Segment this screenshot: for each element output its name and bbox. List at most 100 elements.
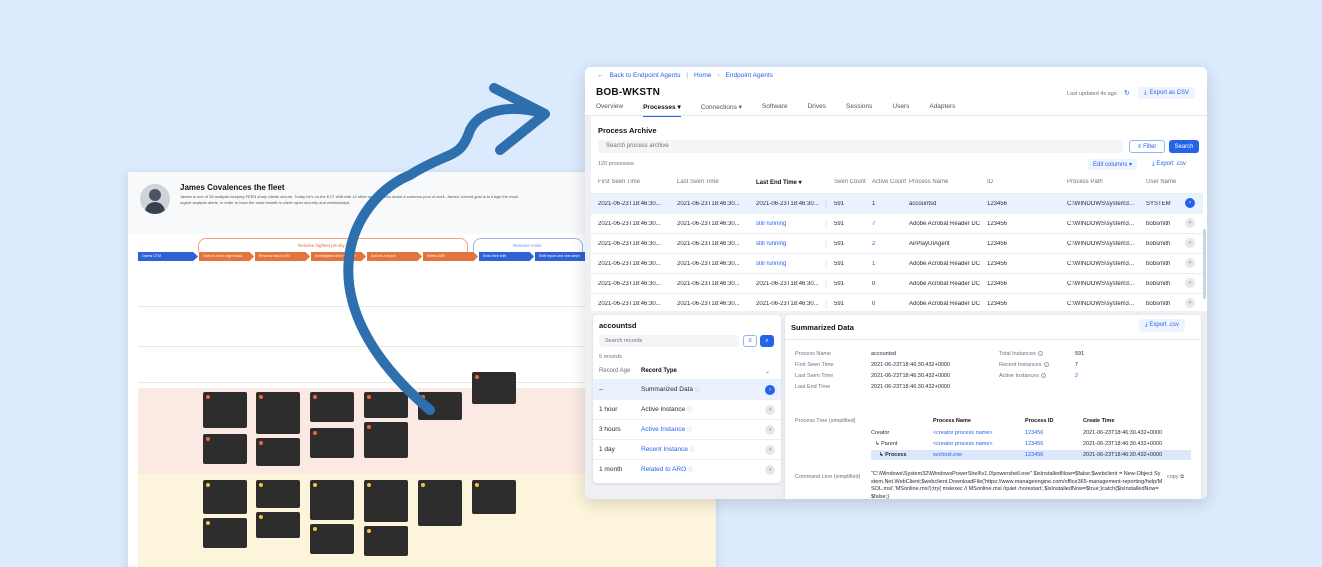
active-instances-value[interactable]: 2 (1075, 373, 1078, 379)
export-csv-button[interactable]: ⤓ Export as CSV (1138, 87, 1196, 99)
chevron-right-icon[interactable]: › (1185, 238, 1195, 248)
id-cell: 123456 (987, 301, 1008, 307)
last-seen-cell: 2021-06-23T18:46:30... (677, 241, 740, 247)
table-row[interactable]: 2021-06-23T18:46:30... 2021-06-23T18:46:3… (591, 293, 1203, 313)
sticky-note (203, 480, 247, 514)
last-end-cell: still running (756, 261, 787, 267)
more-icon[interactable]: ⋮ (823, 281, 829, 288)
more-icon[interactable]: ⋮ (823, 201, 829, 208)
breadcrumb-endpoint-agents[interactable]: Endpoint Agents (726, 72, 773, 79)
column-header[interactable]: Last End Time ▾ (756, 179, 802, 186)
chevron-right-icon[interactable]: › (765, 385, 775, 395)
summarized-data-panel: Summarized Data ⤓ Export .csv Process Na… (785, 315, 1201, 499)
search-icon[interactable]: ⌕ (760, 335, 774, 347)
chevron-right-icon[interactable]: › (1185, 278, 1195, 288)
more-icon[interactable]: ⋮ (823, 261, 829, 268)
last-end-label: Last End Time (795, 384, 831, 390)
record-type: Related to ARO ⓘ (641, 466, 693, 473)
tree-row[interactable]: ↳ Process svchost.exe 123456 2021-06-23T18:… (871, 450, 1191, 460)
chevron-right-icon[interactable]: › (765, 465, 775, 475)
column-header[interactable]: Seen Count (834, 179, 870, 185)
column-header[interactable]: Record Type (641, 368, 677, 374)
chevron-right-icon[interactable]: › (765, 445, 775, 455)
copy-button[interactable]: copy ⧉ (1167, 474, 1184, 481)
column-header[interactable]: First Seen Time (598, 179, 640, 185)
back-arrow-icon[interactable]: ← (597, 72, 604, 79)
edit-columns-button[interactable]: Edit columns ▾ (1088, 159, 1138, 170)
column-header[interactable]: Process Path (1067, 179, 1103, 185)
chevron-right-icon[interactable]: › (1185, 198, 1195, 208)
column-header[interactable]: Last Seen Time (677, 179, 719, 185)
tree-create-time: 2021-06-23T18:46:30.432+0000 (1083, 441, 1163, 447)
more-icon[interactable]: ⋮ (823, 241, 829, 248)
info-icon[interactable]: i (1037, 351, 1043, 356)
column-header[interactable]: ID (987, 179, 993, 185)
info-icon[interactable]: i (1043, 362, 1049, 367)
tree-role: ↳ Parent (875, 441, 898, 447)
sort-icon[interactable]: ⌄ (765, 368, 770, 375)
tree-row[interactable]: Creator <creator process name> 123456 2021-… (871, 428, 1191, 438)
stage: Writes AAR (423, 252, 478, 261)
tree-process-id[interactable]: 123456 (1025, 452, 1043, 458)
info-icon: ⓘ (687, 467, 693, 473)
breadcrumb-home[interactable]: Home (694, 72, 711, 79)
sticky-note (310, 480, 354, 520)
scrollbar[interactable] (1203, 229, 1206, 299)
chevron-right-icon[interactable]: › (765, 405, 775, 415)
sticky-note (203, 518, 247, 548)
records-search-input[interactable]: Search records (599, 335, 739, 347)
column-header[interactable]: Process Name (909, 179, 948, 185)
tree-process-id[interactable]: 123456 (1025, 441, 1043, 447)
chevron-right-icon[interactable]: › (765, 425, 775, 435)
tree-process-id[interactable]: 123456 (1025, 430, 1043, 436)
list-item[interactable]: 1 day Recent Instance ⓘ › (593, 439, 781, 459)
tree-row[interactable]: ↳ Parent <creator process name> 123456 2021… (871, 439, 1191, 449)
export-csv-button[interactable]: ⤓ Export .csv (1139, 319, 1186, 332)
table-row[interactable]: 2021-06-23T18:46:30... 2021-06-23T18:46:3… (591, 193, 1203, 213)
first-seen-label: First Seen Time (795, 362, 834, 368)
chevron-right-icon[interactable]: › (1185, 218, 1195, 228)
sticky-note (418, 480, 462, 526)
column-header[interactable]: User Name (1146, 179, 1176, 185)
export-csv-label: Export .csv (1149, 322, 1180, 328)
process-path-cell: C:\WINDOWS\system3... (1067, 261, 1135, 267)
active-count-cell: 1 (872, 201, 876, 207)
seen-count-cell: 591 (834, 241, 845, 247)
table-row[interactable]: 2021-06-23T18:46:30... 2021-06-23T18:46:3… (591, 273, 1203, 293)
more-icon[interactable]: ⋮ (823, 301, 829, 308)
stage: Actions a report (367, 252, 422, 261)
list-item[interactable]: 1 hour Active Instance ⓘ › (593, 399, 781, 419)
records-panel: accountsd Search records ≡ ⌕ 5 records R… (593, 315, 781, 483)
chevron-right-icon[interactable]: › (1185, 258, 1195, 268)
refresh-icon[interactable]: ↻ (1124, 89, 1130, 97)
tree-process-name[interactable]: svchost.exe (933, 452, 962, 458)
tree-process-name[interactable]: <creator process name> (933, 441, 993, 447)
process-name-cell: AirPlayUIAgent (909, 241, 950, 247)
filter-button[interactable]: ≡ Filter (1129, 140, 1165, 153)
info-icon[interactable]: i (1041, 373, 1047, 378)
column-header-label: Last End Time (756, 180, 797, 186)
table-row[interactable]: 2021-06-23T18:46:30... 2021-06-23T18:46:3… (591, 253, 1203, 273)
list-item[interactable]: -- Summarized Data ⓘ › (593, 379, 781, 399)
table-header: First Seen Time Last Seen Time Last End … (591, 173, 1203, 193)
download-icon: ⤓ (1152, 161, 1155, 167)
record-age: 1 day (599, 446, 615, 453)
column-header[interactable]: Active Count (872, 179, 908, 185)
record-age: -- (599, 386, 604, 393)
sticky-note (203, 434, 247, 464)
archive-search-input[interactable]: Search process archive (598, 140, 1123, 153)
search-button[interactable]: Search (1169, 140, 1199, 153)
total-instances-value: 591 (1075, 351, 1085, 357)
table-row[interactable]: 2021-06-23T18:46:30... 2021-06-23T18:46:3… (591, 213, 1203, 233)
column-header[interactable]: Record Age (599, 368, 630, 374)
export-csv-link[interactable]: ⤓ Export .csv (1152, 161, 1186, 168)
more-icon[interactable]: ⋮ (823, 221, 829, 228)
list-item[interactable]: 3 hours Active Instance ⓘ › (593, 419, 781, 439)
back-link[interactable]: Back to Endpoint Agents (610, 72, 681, 79)
table-row[interactable]: 2021-06-23T18:46:30... 2021-06-23T18:46:3… (591, 233, 1203, 253)
filter-icon[interactable]: ≡ (743, 335, 757, 347)
list-item[interactable]: 1 month Related to ARO ⓘ › (593, 459, 781, 479)
chevron-right-icon[interactable]: › (1185, 298, 1195, 308)
tree-process-name[interactable]: <creator process name> (933, 430, 993, 436)
filter-icon: ≡ (1137, 143, 1142, 150)
